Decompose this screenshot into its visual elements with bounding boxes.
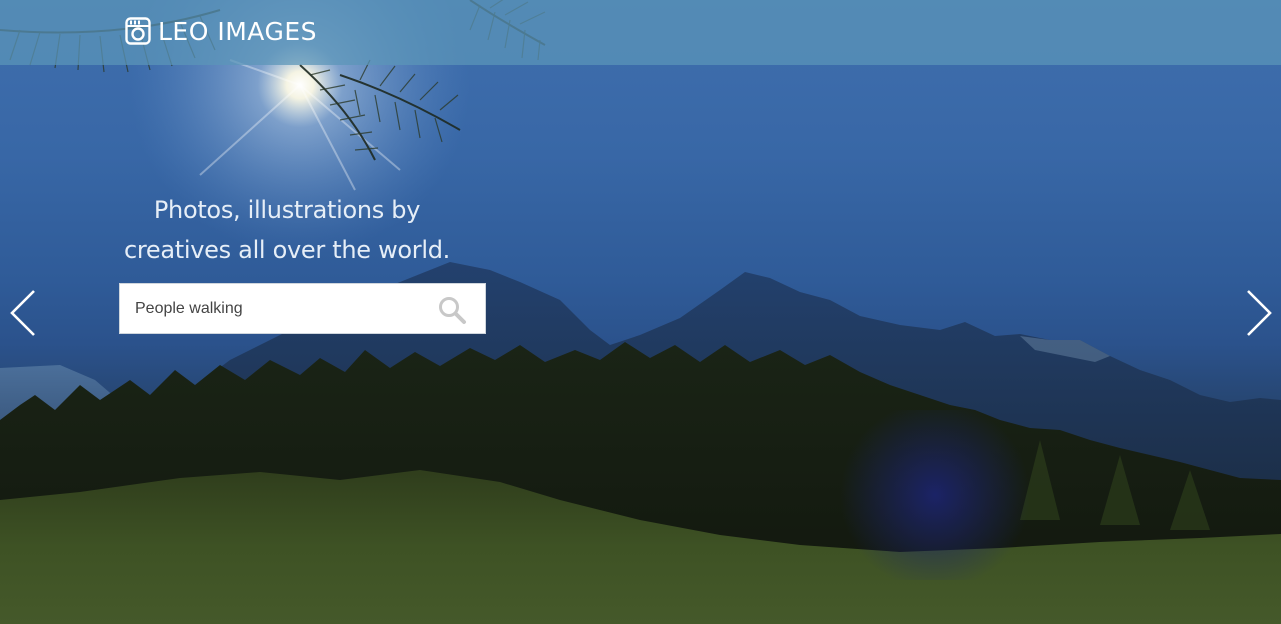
search-box: [119, 283, 486, 334]
search-input[interactable]: [120, 284, 425, 333]
chevron-right-icon[interactable]: [1244, 288, 1274, 338]
chevron-left-icon[interactable]: [8, 288, 38, 338]
hero-background: LEO IMAGES Photos, illustrations by crea…: [0, 0, 1281, 624]
hero-tagline: Photos, illustrations by creatives all o…: [117, 190, 457, 270]
brand-title: LEO IMAGES: [158, 16, 317, 46]
tagline-line-1: Photos, illustrations by: [153, 196, 421, 224]
brand-link[interactable]: LEO IMAGES: [125, 16, 317, 46]
search-icon[interactable]: [437, 295, 467, 325]
header-bar: LEO IMAGES: [0, 0, 1281, 65]
instagram-camera-icon: [125, 17, 151, 45]
tagline-line-2: creatives all over the world.: [123, 236, 451, 264]
